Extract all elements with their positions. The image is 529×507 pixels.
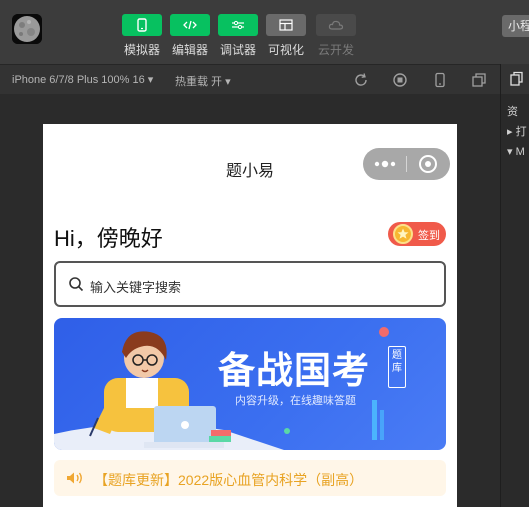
device-select[interactable]: iPhone 6/7/8 Plus 100% 16 ▾ (12, 73, 153, 86)
coin-icon (393, 224, 413, 244)
simulator-screen: 题小易 Hi，傍晚好 签到 输入关键字搜索 备战国考 题库 内容升级，在线趣味答… (43, 124, 457, 507)
search-icon (69, 277, 84, 292)
mini-program-chip[interactable]: 小程 (502, 15, 529, 37)
banner-title: 备战国考 (218, 349, 370, 392)
code-icon (183, 20, 197, 30)
phone-icon (137, 18, 147, 32)
refresh-icon[interactable] (353, 72, 369, 88)
close-target-icon[interactable] (418, 154, 438, 174)
visual-button[interactable] (266, 14, 306, 36)
panel-row-open[interactable]: ▸ 打 (501, 122, 529, 142)
visual-label: 可视化 (267, 43, 304, 57)
avatar[interactable] (12, 14, 42, 44)
simulator-label: 模拟器 (123, 43, 160, 57)
simulator-tool[interactable]: 模拟器 (122, 14, 162, 58)
stop-icon[interactable] (392, 72, 408, 88)
debugger-button[interactable] (218, 14, 258, 36)
debugger-label: 调试器 (219, 43, 256, 57)
simulator-button[interactable] (122, 14, 162, 36)
checkin-label: 签到 (418, 230, 440, 242)
phone-preview-icon[interactable] (432, 72, 448, 88)
layout-icon (279, 19, 293, 31)
editor-button[interactable] (170, 14, 210, 36)
devtools-toolbar: 模拟器 编辑器 调试器 可视化 云开发 小程 (0, 0, 529, 64)
notice-text: 【题库更新】2022版心血管内科学（副高） (94, 472, 364, 488)
hot-reload-select[interactable]: 热重载 开 ▾ (175, 73, 231, 89)
cloud-icon (328, 20, 344, 30)
banner-subtitle: 内容升级，在线趣味答题 (235, 395, 356, 407)
detach-window-icon[interactable] (471, 72, 487, 88)
editor-tool[interactable]: 编辑器 (170, 14, 210, 58)
checkin-button[interactable]: 签到 (388, 222, 446, 246)
more-dots-icon[interactable] (373, 158, 397, 170)
greeting-text: Hi，傍晚好 (54, 226, 163, 251)
speaker-icon (67, 472, 82, 484)
capsule-divider (406, 156, 407, 172)
simulator-subbar: iPhone 6/7/8 Plus 100% 16 ▾ 热重载 开 ▾ (0, 64, 500, 94)
cloud-button[interactable] (316, 14, 356, 36)
banner-tag: 题库 (388, 346, 406, 388)
search-input[interactable]: 输入关键字搜索 (54, 261, 446, 307)
capsule-menu[interactable] (363, 148, 450, 180)
star-icon (397, 228, 409, 239)
promo-banner[interactable]: 备战国考 题库 内容升级，在线趣味答题 (54, 318, 446, 450)
editor-label: 编辑器 (171, 43, 208, 57)
cloud-tool[interactable]: 云开发 (316, 14, 356, 58)
search-placeholder: 输入关键字搜索 (90, 280, 182, 295)
cloud-label: 云开发 (317, 43, 354, 57)
debugger-tool[interactable]: 调试器 (218, 14, 258, 58)
notice-bar[interactable]: 【题库更新】2022版心血管内科学（副高） (54, 460, 446, 496)
files-icon[interactable] (509, 71, 525, 87)
panel-row-resource[interactable]: 资 (501, 102, 529, 122)
right-panel: 资 ▸ 打 ▾ M (500, 64, 529, 507)
sliders-icon (232, 20, 244, 30)
visual-tool[interactable]: 可视化 (266, 14, 306, 58)
panel-row-m[interactable]: ▾ M (501, 142, 529, 162)
right-panel-header (501, 64, 529, 94)
moon-avatar-icon (12, 14, 42, 44)
